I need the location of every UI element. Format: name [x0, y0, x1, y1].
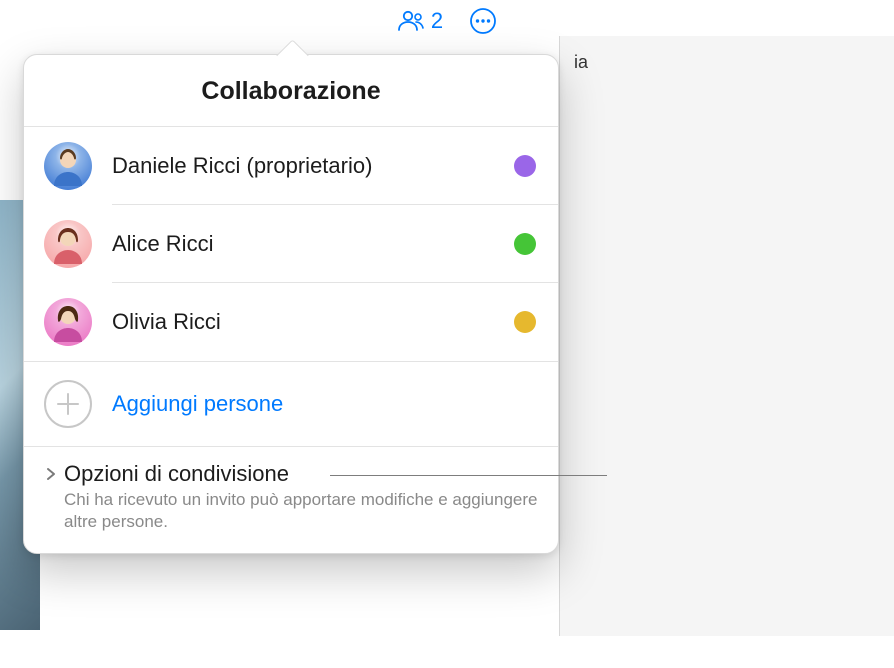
avatar: [44, 142, 92, 190]
avatar: [44, 220, 92, 268]
status-dot: [514, 311, 536, 333]
people-icon: [397, 10, 425, 32]
add-people-label: Aggiungi persone: [112, 391, 283, 417]
participant-row[interactable]: Alice Ricci: [24, 205, 558, 283]
participant-count: 2: [431, 8, 443, 34]
collaboration-button[interactable]: 2: [397, 8, 443, 34]
participant-row[interactable]: Daniele Ricci (proprietario): [24, 127, 558, 205]
add-people-button[interactable]: Aggiungi persone: [24, 362, 558, 446]
background-sidebar: ia: [559, 36, 894, 636]
ellipsis-circle-icon: [469, 7, 497, 35]
plus-circle-icon: [44, 380, 92, 428]
popover-title: Collaborazione: [24, 55, 558, 126]
sharing-options-description: Chi ha ricevuto un invito può apportare …: [44, 487, 538, 533]
participant-name: Olivia Ricci: [112, 309, 494, 335]
status-dot: [514, 233, 536, 255]
participant-name: Alice Ricci: [112, 231, 494, 257]
status-dot: [514, 155, 536, 177]
toolbar: 2: [0, 0, 894, 36]
more-button[interactable]: [469, 7, 497, 35]
avatar: [44, 298, 92, 346]
callout-line: [330, 475, 607, 476]
sharing-options-row[interactable]: Opzioni di condivisione Chi ha ricevuto …: [24, 447, 558, 553]
participant-name: Daniele Ricci (proprietario): [112, 153, 494, 179]
bg-sidebar-text: ia: [574, 52, 588, 72]
participant-row[interactable]: Olivia Ricci: [24, 283, 558, 361]
chevron-right-icon: [44, 467, 58, 481]
collaboration-popover: Collaborazione Daniele Ricci (proprietar…: [23, 54, 559, 554]
sharing-options-title: Opzioni di condivisione: [64, 461, 289, 487]
